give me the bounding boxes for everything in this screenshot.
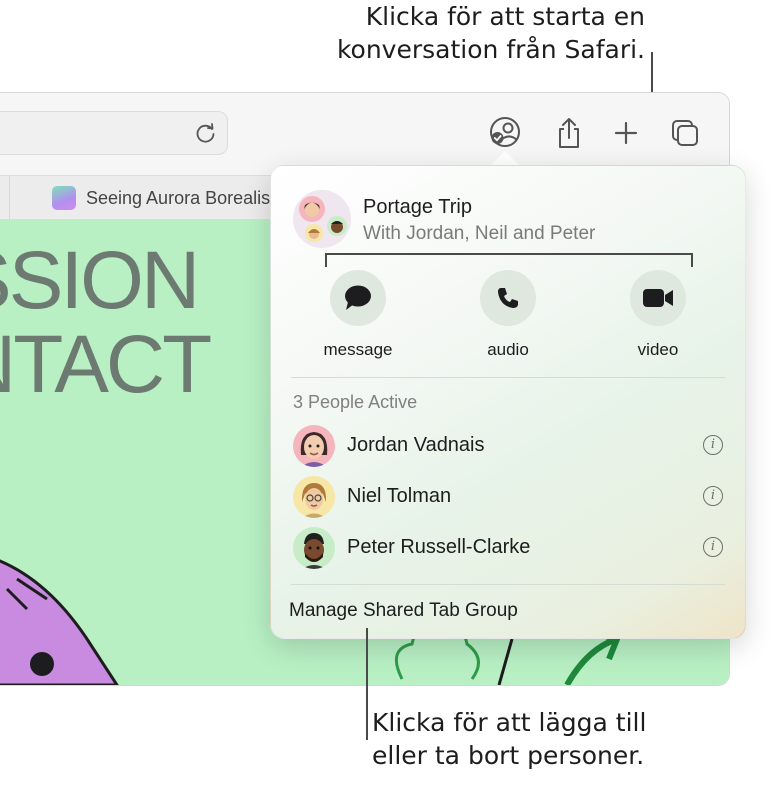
message-label: message bbox=[323, 340, 393, 359]
group-members: With Jordan, Neil and Peter bbox=[363, 223, 596, 244]
callout-bottom-leader bbox=[366, 628, 368, 740]
shared-tab-group-popover: Portage Trip With Jordan, Neil and Peter… bbox=[270, 165, 746, 639]
callout-bottom-line1: Klicka för att lägga till bbox=[372, 708, 647, 737]
avatar bbox=[293, 425, 335, 467]
callout-top-line1: Klicka för att starta en bbox=[365, 2, 645, 31]
info-icon[interactable]: i bbox=[703, 486, 723, 506]
callout-top-line2: konversation från Safari. bbox=[336, 35, 645, 64]
video-camera-icon bbox=[630, 270, 686, 326]
tab-overview-icon[interactable] bbox=[668, 115, 702, 151]
divider-top bbox=[291, 377, 725, 378]
callout-start-conversation: Klicka för att starta en konversation fr… bbox=[225, 0, 645, 66]
conversation-actions: message audio video bbox=[271, 270, 745, 370]
group-avatar bbox=[293, 190, 351, 248]
tab-favicon bbox=[52, 186, 76, 210]
people-active-header: 3 People Active bbox=[293, 392, 418, 412]
audio-button[interactable]: audio bbox=[448, 270, 568, 360]
toolbar bbox=[0, 93, 729, 175]
info-icon[interactable]: i bbox=[703, 537, 723, 557]
video-button[interactable]: video bbox=[598, 270, 718, 360]
phone-icon bbox=[480, 270, 536, 326]
group-title: Portage Trip bbox=[363, 196, 472, 218]
reload-icon[interactable] bbox=[193, 120, 219, 146]
avatar bbox=[293, 527, 335, 569]
person-name: Peter Russell-Clarke bbox=[347, 536, 531, 558]
avatar bbox=[293, 476, 335, 518]
tab-title: Seeing Aurora Borealis bbox=[86, 187, 271, 208]
callout-bracket bbox=[325, 253, 693, 267]
person-row-peter[interactable]: Peter Russell-Clarke i bbox=[291, 527, 727, 571]
shared-tab-group-icon[interactable] bbox=[488, 115, 522, 151]
person-name: Niel Tolman bbox=[347, 485, 452, 507]
person-name: Jordan Vadnais bbox=[347, 434, 485, 456]
new-tab-icon[interactable] bbox=[609, 115, 643, 151]
message-button[interactable]: message bbox=[298, 270, 418, 360]
popover-arrow bbox=[490, 151, 520, 166]
group-avatar-member-1 bbox=[299, 196, 325, 222]
tab-seeing-aurora[interactable]: Seeing Aurora Borealis bbox=[9, 176, 310, 220]
callout-bottom-line2: eller ta bort personer. bbox=[372, 741, 645, 770]
person-row-jordan[interactable]: Jordan Vadnais i bbox=[291, 425, 727, 469]
address-bar[interactable] bbox=[0, 111, 228, 155]
person-row-niel[interactable]: Niel Tolman i bbox=[291, 476, 727, 520]
video-label: video bbox=[637, 340, 679, 359]
info-icon[interactable]: i bbox=[703, 435, 723, 455]
speech-bubble-icon bbox=[330, 270, 386, 326]
callout-manage-people: Klicka för att lägga till eller ta bort … bbox=[372, 706, 772, 772]
share-icon[interactable] bbox=[552, 115, 586, 151]
audio-label: audio bbox=[487, 340, 529, 359]
group-avatar-member-3 bbox=[327, 216, 347, 236]
manage-shared-tab-group-button[interactable]: Manage Shared Tab Group bbox=[289, 600, 518, 622]
divider-bottom bbox=[291, 584, 725, 585]
group-avatar-member-2 bbox=[305, 224, 323, 242]
